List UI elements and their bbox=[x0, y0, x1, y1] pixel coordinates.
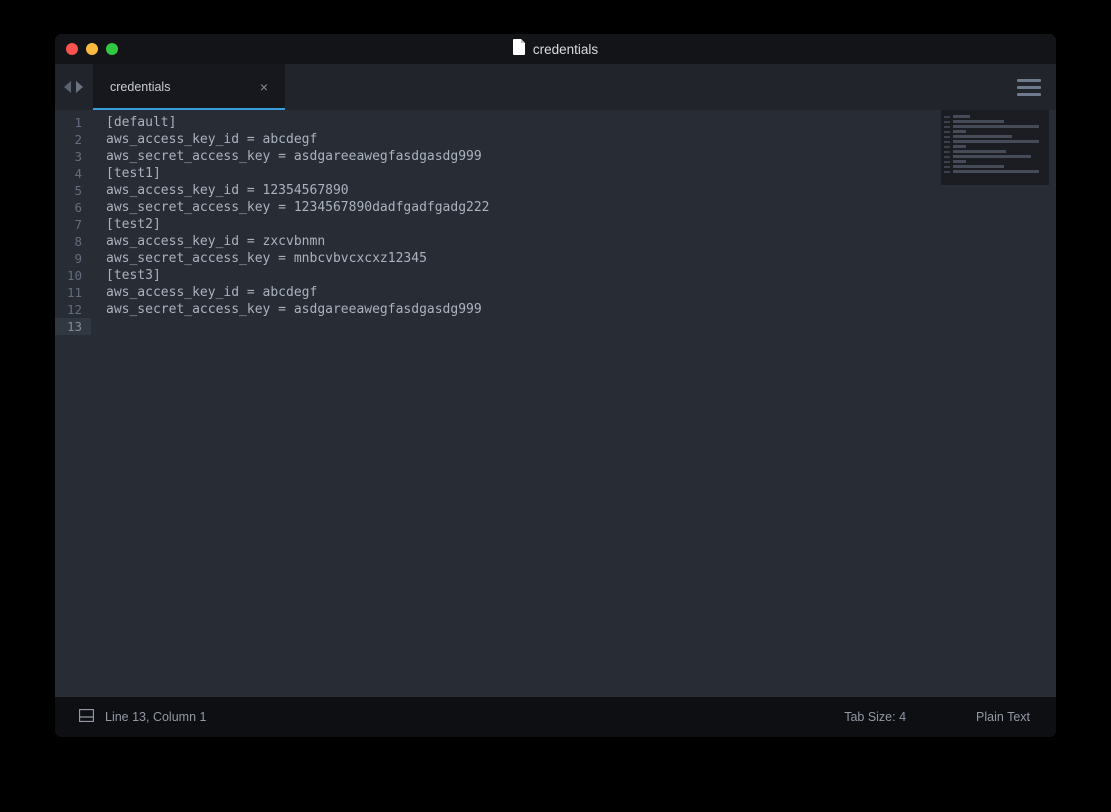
line-number: 6 bbox=[55, 199, 91, 216]
line-number: 9 bbox=[55, 250, 91, 267]
maximize-window-button[interactable] bbox=[106, 43, 118, 55]
hamburger-bar bbox=[1017, 93, 1041, 96]
tab-size-button[interactable]: Tab Size: 4 bbox=[844, 710, 906, 724]
minimize-window-button[interactable] bbox=[86, 43, 98, 55]
line-content: aws_secret_access_key = asdgareeawegfasd… bbox=[91, 148, 482, 165]
line-number: 13 bbox=[55, 318, 91, 335]
code-editor[interactable]: 1[default]2aws_access_key_id = abcdegf3a… bbox=[55, 110, 1056, 697]
chevron-right-icon[interactable] bbox=[76, 81, 83, 93]
tab-bar: credentials × bbox=[55, 64, 1056, 110]
line-content bbox=[91, 318, 106, 335]
code-line[interactable]: 10[test3] bbox=[55, 267, 1056, 284]
line-content: [test1] bbox=[91, 165, 161, 182]
editor-window: credentials credentials × 1[default]2aws… bbox=[55, 34, 1056, 737]
editor-area[interactable]: 1[default]2aws_access_key_id = abcdegf3a… bbox=[55, 110, 1056, 697]
status-left-group: Line 13, Column 1 bbox=[79, 709, 206, 725]
line-number: 5 bbox=[55, 182, 91, 199]
line-number: 10 bbox=[55, 267, 91, 284]
line-number: 12 bbox=[55, 301, 91, 318]
hamburger-menu-icon[interactable] bbox=[1002, 64, 1056, 110]
tab-navigation bbox=[55, 64, 93, 110]
code-line[interactable]: 8aws_access_key_id = zxcvbnmn bbox=[55, 233, 1056, 250]
window-title: credentials bbox=[533, 42, 598, 57]
window-title-group: credentials bbox=[55, 39, 1056, 60]
chevron-left-icon[interactable] bbox=[64, 81, 71, 93]
document-icon bbox=[513, 39, 526, 60]
line-content: [default] bbox=[91, 114, 176, 131]
code-line[interactable]: 4[test1] bbox=[55, 165, 1056, 182]
line-number: 4 bbox=[55, 165, 91, 182]
line-number: 7 bbox=[55, 216, 91, 233]
cursor-position-label: Line 13, Column 1 bbox=[105, 710, 206, 724]
code-line[interactable]: 9aws_secret_access_key = mnbcvbvcxcxz123… bbox=[55, 250, 1056, 267]
split-panel-icon[interactable] bbox=[79, 709, 94, 725]
close-tab-icon[interactable]: × bbox=[257, 78, 271, 96]
code-line[interactable]: 7[test2] bbox=[55, 216, 1056, 233]
line-number: 3 bbox=[55, 148, 91, 165]
syntax-mode-button[interactable]: Plain Text bbox=[976, 710, 1030, 724]
line-content: aws_secret_access_key = 1234567890dadfga… bbox=[91, 199, 490, 216]
code-line[interactable]: 3aws_secret_access_key = asdgareeawegfas… bbox=[55, 148, 1056, 165]
tab-strip: credentials × bbox=[93, 64, 285, 110]
code-line[interactable]: 12aws_secret_access_key = asdgareeawegfa… bbox=[55, 301, 1056, 318]
status-right-group: Tab Size: 4 Plain Text bbox=[844, 710, 1030, 724]
title-bar: credentials bbox=[55, 34, 1056, 64]
close-window-button[interactable] bbox=[66, 43, 78, 55]
line-number: 1 bbox=[55, 114, 91, 131]
line-number: 8 bbox=[55, 233, 91, 250]
line-content: aws_secret_access_key = asdgareeawegfasd… bbox=[91, 301, 482, 318]
hamburger-bar bbox=[1017, 86, 1041, 89]
code-line[interactable]: 11aws_access_key_id = abcdegf bbox=[55, 284, 1056, 301]
line-content: [test3] bbox=[91, 267, 161, 284]
line-content: aws_access_key_id = abcdegf bbox=[91, 284, 317, 301]
tab-credentials[interactable]: credentials × bbox=[93, 64, 285, 110]
line-number: 2 bbox=[55, 131, 91, 148]
hamburger-bar bbox=[1017, 79, 1041, 82]
editor-scrollbar[interactable] bbox=[1049, 110, 1056, 697]
status-bar: Line 13, Column 1 Tab Size: 4 Plain Text bbox=[55, 697, 1056, 737]
line-content: aws_access_key_id = abcdegf bbox=[91, 131, 317, 148]
code-line[interactable]: 2aws_access_key_id = abcdegf bbox=[55, 131, 1056, 148]
line-content: aws_access_key_id = 12354567890 bbox=[91, 182, 349, 199]
code-line[interactable]: 1[default] bbox=[55, 114, 1056, 131]
code-line[interactable]: 6aws_secret_access_key = 1234567890dadfg… bbox=[55, 199, 1056, 216]
code-line[interactable]: 5aws_access_key_id = 12354567890 bbox=[55, 182, 1056, 199]
line-content: [test2] bbox=[91, 216, 161, 233]
tab-label: credentials bbox=[110, 80, 170, 94]
code-line[interactable]: 13 bbox=[55, 318, 1056, 335]
traffic-lights bbox=[55, 43, 118, 55]
line-content: aws_access_key_id = zxcvbnmn bbox=[91, 233, 325, 250]
line-content: aws_secret_access_key = mnbcvbvcxcxz1234… bbox=[91, 250, 427, 267]
line-number: 11 bbox=[55, 284, 91, 301]
